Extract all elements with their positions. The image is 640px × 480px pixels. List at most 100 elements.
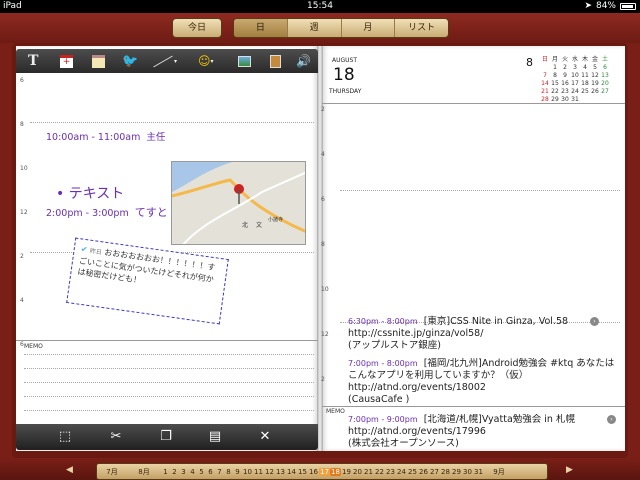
mini-calendar-day[interactable] bbox=[540, 63, 550, 71]
date-strip-day[interactable]: 13 bbox=[275, 468, 286, 476]
date-strip-day[interactable]: 15 bbox=[297, 468, 308, 476]
date-strip-day[interactable]: 10 bbox=[242, 468, 253, 476]
date-strip-month[interactable]: 8月 bbox=[127, 467, 161, 477]
audio-tool-icon[interactable]: 🔊 bbox=[296, 49, 311, 73]
mini-calendar-day[interactable] bbox=[590, 95, 600, 103]
mini-calendar-day[interactable]: 2 bbox=[560, 63, 570, 71]
date-strip-day[interactable]: 9 bbox=[233, 468, 242, 476]
mini-calendar-day[interactable]: 29 bbox=[550, 95, 560, 103]
delete-icon[interactable]: ✕ bbox=[250, 424, 280, 450]
event-2-url[interactable]: http://atnd.org/events/18002 bbox=[348, 382, 620, 394]
copy-icon[interactable]: ❐ bbox=[151, 424, 181, 450]
next-month-arrow-icon[interactable]: ▶ bbox=[566, 465, 573, 475]
event-card-2[interactable]: 7:00pm - 8:00pm [福岡/北九州]Android勉強会 #ktq … bbox=[348, 358, 620, 410]
insert-event-tool-icon[interactable]: + bbox=[60, 49, 73, 73]
event-card-1[interactable]: 6:30pm - 8:00pm [東京]CSS Nite in Ginza, V… bbox=[348, 316, 618, 352]
date-strip-prev-month[interactable]: 7月 bbox=[97, 467, 127, 477]
date-strip-day[interactable]: 24 bbox=[396, 468, 407, 476]
tab-week[interactable]: 週 bbox=[286, 19, 341, 37]
date-strip-day[interactable]: 27 bbox=[429, 468, 440, 476]
date-strip-day[interactable]: 20 bbox=[352, 468, 363, 476]
date-strip-day[interactable]: 25 bbox=[407, 468, 418, 476]
date-strip-day[interactable]: 19 bbox=[341, 468, 352, 476]
mini-calendar-day[interactable]: 9 bbox=[560, 71, 570, 79]
mini-calendar-day[interactable]: 19 bbox=[590, 79, 600, 87]
date-strip-day[interactable]: 11 bbox=[253, 468, 264, 476]
date-strip-day[interactable]: 22 bbox=[374, 468, 385, 476]
mini-calendar-day[interactable]: 28 bbox=[540, 95, 550, 103]
date-strip-day[interactable]: 2 bbox=[170, 468, 179, 476]
prev-month-arrow-icon[interactable]: ◀ bbox=[66, 465, 73, 475]
date-strip-day[interactable]: 18 bbox=[330, 467, 341, 476]
event-time-2[interactable]: 2:00pm - 3:00pm てすと bbox=[46, 204, 168, 220]
calendar-tool-icon[interactable] bbox=[92, 49, 105, 73]
mini-calendar-day[interactable]: 4 bbox=[580, 63, 590, 71]
date-strip-day[interactable]: 6 bbox=[206, 468, 215, 476]
date-strip-day[interactable]: 17 bbox=[319, 467, 330, 476]
event-1-url[interactable]: http://cssnite.jp/ginza/vol58/ bbox=[348, 328, 618, 340]
mini-calendar-day[interactable]: 23 bbox=[560, 87, 570, 95]
date-strip-day[interactable]: 30 bbox=[462, 468, 473, 476]
mini-calendar-day[interactable]: 7 bbox=[540, 71, 550, 79]
mini-calendar-day[interactable]: 8 bbox=[550, 71, 560, 79]
mini-calendar-day[interactable]: 22 bbox=[550, 87, 560, 95]
date-strip-next-month[interactable]: 9月 bbox=[484, 467, 514, 477]
mini-calendar-day[interactable]: 26 bbox=[590, 87, 600, 95]
date-strip-day[interactable]: 3 bbox=[179, 468, 188, 476]
map-image[interactable]: 小諸寺 北 文 bbox=[171, 161, 306, 245]
mini-calendar-day[interactable]: 14 bbox=[540, 79, 550, 87]
mini-calendar-day[interactable]: 3 bbox=[570, 63, 580, 71]
tab-month[interactable]: 月 bbox=[340, 19, 395, 37]
mini-calendar-day[interactable]: 12 bbox=[590, 71, 600, 79]
mini-calendar-day[interactable]: 17 bbox=[570, 79, 580, 87]
date-strip-day[interactable]: 28 bbox=[440, 468, 451, 476]
cut-icon[interactable]: ✂ bbox=[101, 424, 131, 450]
date-strip-day[interactable]: 8 bbox=[224, 468, 233, 476]
date-strip-day[interactable]: 1 bbox=[161, 468, 170, 476]
contact-tool-icon[interactable] bbox=[270, 49, 281, 73]
event-3-url[interactable]: http://atnd.org/events/17996 bbox=[348, 426, 618, 438]
mini-calendar-day[interactable]: 21 bbox=[540, 87, 550, 95]
bullet-text[interactable]: • テキスト bbox=[56, 183, 124, 203]
date-strip-day[interactable]: 21 bbox=[363, 468, 374, 476]
mini-calendar-day[interactable]: 15 bbox=[550, 79, 560, 87]
date-strip-day[interactable]: 29 bbox=[451, 468, 462, 476]
date-strip-day[interactable]: 7 bbox=[215, 468, 224, 476]
date-strip-day[interactable]: 5 bbox=[197, 468, 206, 476]
date-strip-day[interactable]: 12 bbox=[264, 468, 275, 476]
event-1-disclosure-icon[interactable]: › bbox=[590, 317, 599, 326]
date-strip-day[interactable]: 26 bbox=[418, 468, 429, 476]
event-time-1[interactable]: 10:00am - 11:00am 主任 bbox=[46, 129, 165, 143]
mini-calendar-day[interactable]: 16 bbox=[560, 79, 570, 87]
mini-calendar-day[interactable]: 6 bbox=[600, 63, 610, 71]
mini-calendar-day[interactable]: 27 bbox=[600, 87, 610, 95]
mini-calendar-day[interactable]: 5 bbox=[590, 63, 600, 71]
mini-calendar-day[interactable]: 30 bbox=[560, 95, 570, 103]
date-strip-day[interactable]: 23 bbox=[385, 468, 396, 476]
pen-tool-icon[interactable]: ▾ bbox=[152, 49, 177, 73]
emoji-tool-icon[interactable]: ☺ ▾ bbox=[198, 49, 214, 73]
image-tool-icon[interactable] bbox=[238, 49, 251, 73]
date-strip-day[interactable]: 31 bbox=[473, 468, 484, 476]
mini-calendar-day[interactable]: 10 bbox=[570, 71, 580, 79]
mini-calendar-day[interactable]: 18 bbox=[580, 79, 590, 87]
mini-calendar-day[interactable]: 11 bbox=[580, 71, 590, 79]
mini-calendar-day[interactable]: 31 bbox=[570, 95, 580, 103]
tab-day[interactable]: 日 bbox=[234, 19, 287, 37]
mini-calendar-day[interactable]: 13 bbox=[600, 71, 610, 79]
mini-calendar-day[interactable] bbox=[600, 95, 610, 103]
date-strip-day[interactable]: 4 bbox=[188, 468, 197, 476]
date-strip-day[interactable]: 16 bbox=[308, 468, 319, 476]
tab-list[interactable]: リスト bbox=[394, 19, 448, 37]
left-page[interactable] bbox=[16, 46, 318, 451]
mini-calendar-day[interactable]: 20 bbox=[600, 79, 610, 87]
text-tool-icon[interactable]: T bbox=[28, 49, 38, 73]
event-3-disclosure-icon[interactable]: › bbox=[607, 415, 616, 424]
paste-icon[interactable]: ▤ bbox=[200, 424, 230, 450]
mini-calendar-day[interactable] bbox=[580, 95, 590, 103]
today-button[interactable]: 今日 bbox=[172, 18, 222, 38]
select-icon[interactable]: ⬚ bbox=[50, 424, 80, 450]
mini-calendar-day[interactable]: 1 bbox=[550, 63, 560, 71]
date-strip-day[interactable]: 14 bbox=[286, 468, 297, 476]
event-card-3[interactable]: 7:00pm - 9:00pm [北海道/札幌]Vyatta勉強会 in 札幌 … bbox=[348, 414, 618, 450]
